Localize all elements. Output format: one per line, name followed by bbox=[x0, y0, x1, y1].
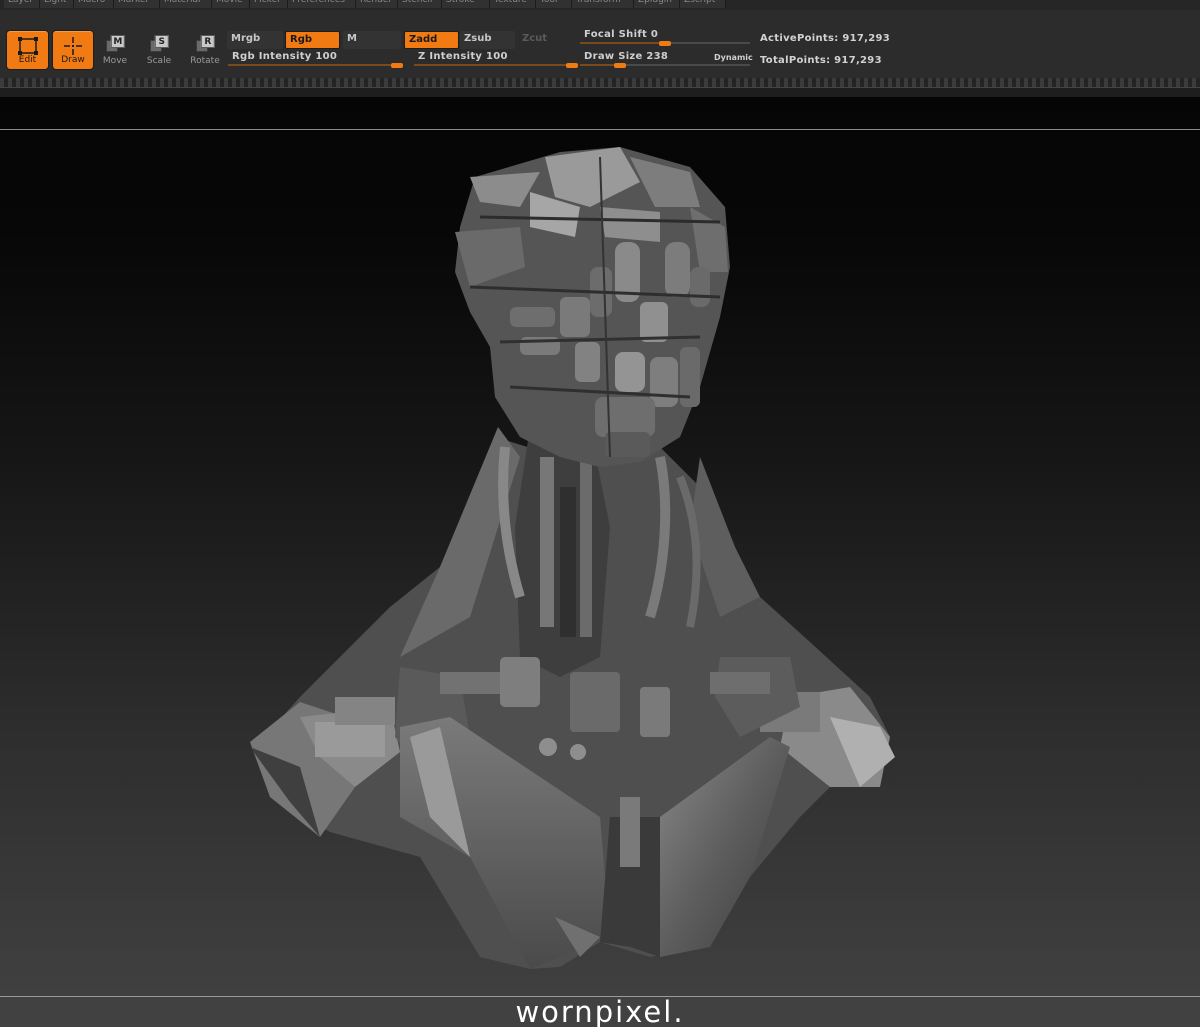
rgb-intensity-slider[interactable]: Rgb Intensity 100 bbox=[228, 51, 403, 68]
rgb-intensity-label: Rgb Intensity 100 bbox=[232, 51, 338, 62]
model-head bbox=[455, 147, 730, 467]
focal-shift-label: Focal Shift 0 bbox=[584, 29, 659, 40]
edit-label: Edit bbox=[18, 55, 37, 65]
z-intensity-handle[interactable] bbox=[566, 63, 579, 68]
scale-key-icon: S bbox=[154, 35, 169, 48]
edit-button[interactable]: Edit bbox=[6, 30, 49, 70]
edit-frame-icon bbox=[17, 37, 38, 55]
menu-texture[interactable]: Texture bbox=[490, 0, 536, 8]
total-points-readout: TotalPoints: 917,293 bbox=[760, 55, 882, 66]
zcut-button[interactable]: Zcut bbox=[518, 31, 568, 49]
move-button[interactable]: M Move bbox=[96, 30, 134, 70]
z-intensity-track bbox=[414, 64, 577, 66]
active-points-readout: ActivePoints: 917,293 bbox=[760, 33, 890, 44]
menu-render[interactable]: Render bbox=[356, 0, 398, 8]
menu-movie[interactable]: Movie bbox=[212, 0, 250, 8]
menu-zscript[interactable]: Zscript bbox=[680, 0, 726, 8]
menu-picker[interactable]: Picker bbox=[250, 0, 288, 8]
wornpixel-watermark: wornpixel. bbox=[515, 995, 685, 1027]
menu-bar: Layer Light Macro Marker Material Movie … bbox=[0, 0, 1200, 10]
rotate-label: Rotate bbox=[190, 56, 220, 66]
rotate-key-icon: R bbox=[200, 35, 215, 48]
draw-size-handle[interactable] bbox=[614, 63, 627, 68]
dynamic-toggle[interactable]: Dynamic bbox=[714, 53, 753, 62]
rgb-intensity-track bbox=[228, 64, 402, 66]
menu-tool[interactable]: Tool bbox=[536, 0, 572, 8]
move-label: Move bbox=[102, 56, 128, 66]
focal-shift-slider[interactable]: Focal Shift 0 bbox=[580, 29, 750, 46]
rgb-intensity-fill bbox=[228, 64, 402, 66]
menu-layer[interactable]: Layer bbox=[4, 0, 40, 8]
draw-button[interactable]: Draw bbox=[52, 30, 94, 70]
menu-transform[interactable]: Transform bbox=[572, 0, 634, 8]
menu-material[interactable]: Material bbox=[160, 0, 212, 8]
draw-label: Draw bbox=[61, 55, 85, 65]
menu-zplugin[interactable]: Zplugin bbox=[634, 0, 680, 8]
sculpted-robot-bust bbox=[250, 147, 895, 969]
menu-macro[interactable]: Macro bbox=[74, 0, 114, 8]
menu-stencil[interactable]: Stencil bbox=[398, 0, 442, 8]
m-button[interactable]: M bbox=[343, 31, 401, 49]
z-intensity-fill bbox=[414, 64, 577, 66]
menu-light[interactable]: Light bbox=[40, 0, 74, 8]
zsub-button[interactable]: Zsub bbox=[460, 31, 515, 49]
move-key-icon: M bbox=[110, 35, 125, 48]
z-intensity-slider[interactable]: Z Intensity 100 bbox=[414, 51, 579, 68]
zbrush-window: Layer Light Macro Marker Material Movie … bbox=[0, 0, 1200, 1027]
scale-button[interactable]: S Scale bbox=[140, 30, 178, 70]
palette-tray-strip[interactable] bbox=[0, 78, 1200, 87]
menu-stroke[interactable]: Stroke bbox=[442, 0, 490, 8]
zadd-button[interactable]: Zadd bbox=[404, 31, 459, 49]
focal-shift-handle[interactable] bbox=[659, 41, 671, 46]
rotate-button[interactable]: R Rotate bbox=[184, 30, 226, 70]
top-shelf: Edit Draw M Move S Scale R Rotate Mrgb R… bbox=[0, 10, 1200, 78]
scale-label: Scale bbox=[146, 56, 172, 66]
menu-marker[interactable]: Marker bbox=[114, 0, 160, 8]
draw-size-track bbox=[580, 64, 750, 66]
model-torso bbox=[250, 427, 895, 969]
rgb-intensity-handle[interactable] bbox=[390, 63, 403, 68]
draw-size-label: Draw Size 238 bbox=[584, 51, 669, 62]
canvas-viewport[interactable] bbox=[0, 97, 1200, 996]
mrgb-button[interactable]: Mrgb bbox=[227, 31, 283, 49]
menu-preferences[interactable]: Preferences bbox=[288, 0, 356, 8]
bottom-bar: wornpixel. bbox=[0, 995, 1200, 1027]
z-intensity-label: Z Intensity 100 bbox=[418, 51, 508, 62]
rgb-button[interactable]: Rgb bbox=[285, 31, 340, 49]
focal-shift-fill bbox=[580, 42, 665, 44]
draw-crosshair-icon bbox=[64, 37, 82, 55]
